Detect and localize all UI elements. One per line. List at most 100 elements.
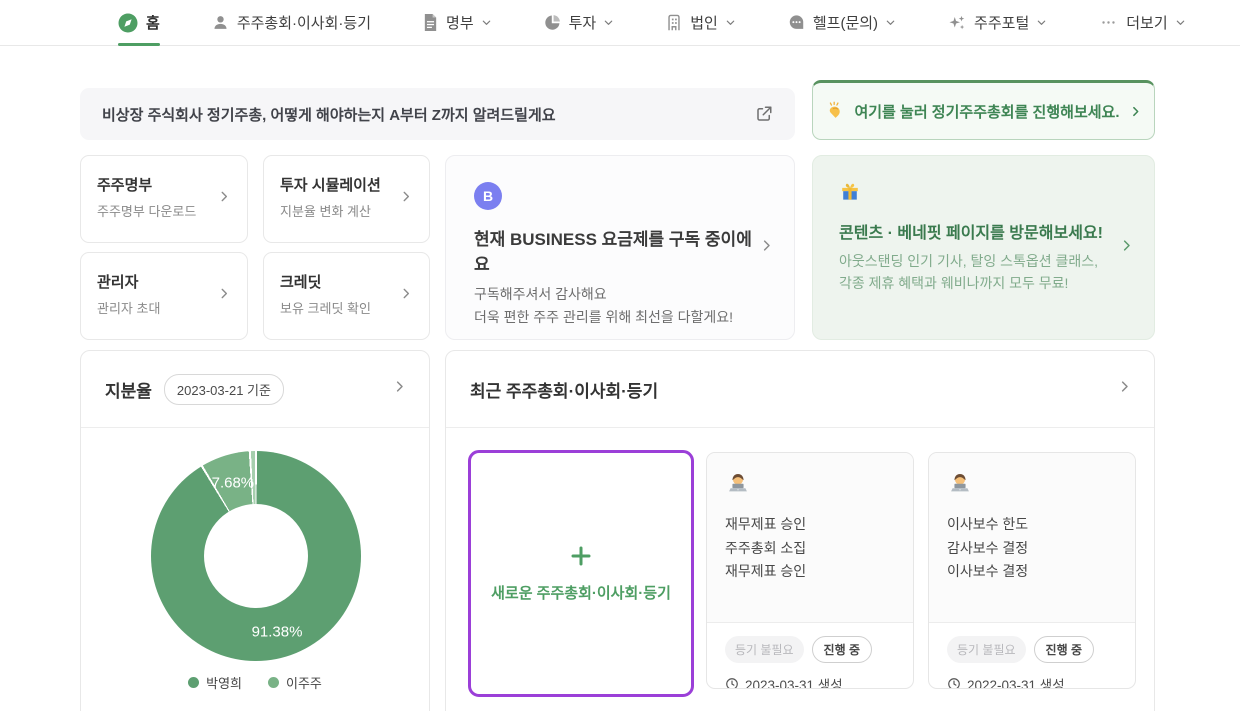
plus-icon — [569, 544, 593, 568]
legend-item: 박영희 — [188, 673, 242, 692]
nav-label: 투자 — [569, 12, 597, 33]
nav-item-more[interactable]: 더보기 — [1099, 0, 1185, 45]
chevron-down-icon — [1175, 17, 1186, 28]
chevron-down-icon — [725, 17, 736, 28]
nav-item-meetings[interactable]: 주주총회·이사회·등기 — [212, 0, 371, 45]
quick-card-credit[interactable]: 크레딧 보유 크레딧 확인 — [263, 252, 430, 340]
recent-meetings-header[interactable]: 최근 주주총회·이사회·등기 — [446, 351, 1154, 428]
plan-card-title: 현재 BUSINESS 요금제를 구독 중이에요 — [474, 225, 766, 275]
benefit-card-line: 각종 제휴 혜택과 웨비나까지 모두 무료! — [839, 272, 1128, 294]
nav-label: 법인 — [690, 12, 718, 33]
nav-label: 더보기 — [1126, 12, 1167, 33]
chevron-right-icon — [399, 287, 413, 306]
gift-emoji — [839, 180, 861, 202]
meeting-card[interactable]: 재무제표 승인 주주총회 소집 재무제표 승인 등기 불필요 진행 중 2023… — [706, 452, 914, 689]
technologist-emoji — [725, 470, 751, 496]
nav-item-home[interactable]: 홈 — [118, 0, 160, 45]
ownership-header[interactable]: 지분율 2023-03-21 기준 — [81, 351, 429, 428]
new-meeting-button[interactable]: 새로운 주주총회·이사회·등기 — [468, 450, 694, 697]
quick-card-subtitle: 주주명부 다운로드 — [97, 201, 231, 220]
meeting-agenda-line: 이사보수 결정 — [947, 560, 1117, 584]
nav-label: 명부 — [446, 12, 474, 33]
quick-card-subtitle: 지분율 변화 계산 — [280, 201, 413, 220]
plan-card-line: 구독해주셔서 감사해요 — [474, 283, 766, 306]
registry-badge: 등기 불필요 — [725, 636, 804, 663]
donut-legend: 박영희 이주주 — [81, 673, 429, 692]
chevron-right-icon — [1119, 238, 1134, 258]
quick-card-admin[interactable]: 관리자 관리자 초대 — [80, 252, 248, 340]
status-badge: 진행 중 — [1034, 636, 1094, 663]
legend-item: 이주주 — [268, 673, 322, 692]
quick-card-subtitle: 관리자 초대 — [97, 298, 231, 317]
benefit-card-title: 콘텐츠 · 베네핏 페이지를 방문해보세요! — [839, 219, 1128, 243]
quick-card-title: 투자 시뮬레이션 — [280, 174, 413, 195]
notice-banner[interactable]: 비상장 주식회사 정기주총, 어떻게 해야하는지 A부터 Z까지 알려드릴게요 — [80, 88, 795, 140]
clock-icon — [725, 677, 739, 689]
nav-item-registry[interactable]: 명부 — [423, 0, 492, 45]
clock-icon — [947, 677, 961, 689]
sparkles-icon — [948, 14, 966, 32]
subscription-plan-card[interactable]: B 현재 BUSINESS 요금제를 구독 중이에요 구독해주셔서 감사해요 더… — [445, 155, 795, 340]
technologist-emoji — [947, 470, 973, 496]
nav-label: 주주포털 — [974, 12, 1029, 33]
zuzu-logo-icon — [118, 13, 138, 33]
donut-hole — [204, 504, 308, 608]
recent-meetings-title: 최근 주주총회·이사회·등기 — [470, 377, 658, 402]
ellipsis-icon — [1099, 14, 1118, 31]
nav-item-shareholder-portal[interactable]: 주주포털 — [948, 0, 1047, 45]
document-icon — [423, 14, 438, 31]
chevron-right-icon — [392, 379, 407, 399]
nav-label: 홈 — [146, 12, 160, 33]
ownership-date-badge: 2023-03-21 기준 — [164, 374, 284, 405]
chat-bubble-icon — [788, 14, 805, 31]
pie-chart-icon — [544, 14, 561, 31]
chevron-down-icon — [885, 17, 896, 28]
quick-card-investment-simulation[interactable]: 투자 시뮬레이션 지분율 변화 계산 — [263, 155, 430, 243]
chevron-right-icon — [1129, 105, 1142, 118]
meeting-agenda-line: 감사보수 결정 — [947, 537, 1117, 561]
clapping-hands-emoji — [825, 101, 845, 121]
chevron-down-icon — [603, 17, 614, 28]
nav-item-help[interactable]: 헬프(문의) — [788, 0, 896, 45]
ownership-title: 지분율 — [105, 377, 152, 402]
donut-label-major: 91.38% — [252, 623, 303, 640]
chevron-right-icon — [759, 238, 774, 258]
quick-card-title: 크레딧 — [280, 271, 413, 292]
new-meeting-label: 새로운 주주총회·이사회·등기 — [491, 582, 671, 603]
meeting-card[interactable]: 이사보수 한도 감사보수 결정 이사보수 결정 등기 불필요 진행 중 2022… — [928, 452, 1136, 689]
chevron-right-icon — [399, 190, 413, 209]
plan-card-line: 더욱 편한 주주 관리를 위해 최선을 다할게요! — [474, 306, 766, 329]
chevron-right-icon — [217, 190, 231, 209]
meeting-agenda-line: 재무제표 승인 — [725, 560, 895, 584]
quick-card-title: 주주명부 — [97, 174, 231, 195]
content-benefit-card[interactable]: 콘텐츠 · 베네핏 페이지를 방문해보세요! 아웃스탠딩 인기 기사, 탈잉 스… — [812, 155, 1155, 340]
quick-card-subtitle: 보유 크레딧 확인 — [280, 298, 413, 317]
recent-meetings-card: 최근 주주총회·이사회·등기 새로운 주주총회·이사회·등기 재무제표 승인 주… — [445, 350, 1155, 711]
nav-item-investment[interactable]: 투자 — [544, 0, 615, 45]
chevron-right-icon — [217, 287, 231, 306]
meeting-agenda-line: 재무제표 승인 — [725, 513, 895, 537]
ownership-card: 지분율 2023-03-21 기준 91.38% 7.68% 박영희 이주주 — [80, 350, 430, 711]
quick-card-title: 관리자 — [97, 271, 231, 292]
ownership-donut-chart: 91.38% 7.68% — [151, 451, 361, 661]
nav-label: 헬프(문의) — [813, 12, 878, 33]
meeting-agenda-line: 이사보수 한도 — [947, 513, 1117, 537]
meeting-agenda-line: 주주총회 소집 — [725, 537, 895, 561]
benefit-card-line: 아웃스탠딩 인기 기사, 탈잉 스톡옵션 클래스, — [839, 250, 1128, 272]
person-icon — [212, 14, 229, 31]
created-date: 2022-03-31 생성 — [967, 674, 1065, 689]
building-icon — [666, 14, 682, 31]
status-badge: 진행 중 — [812, 636, 872, 663]
chevron-down-icon — [1036, 17, 1047, 28]
chevron-right-icon — [1117, 379, 1132, 399]
quick-card-shareholder-list[interactable]: 주주명부 주주명부 다운로드 — [80, 155, 248, 243]
home-page: 홈 주주총회·이사회·등기 명부 투자 — [0, 0, 1240, 711]
agm-cta-banner[interactable]: 여기를 눌러 정기주주총회를 진행해보세요. — [812, 80, 1155, 140]
nav-label: 주주총회·이사회·등기 — [237, 12, 371, 33]
chevron-down-icon — [481, 17, 492, 28]
plan-badge: B — [474, 182, 502, 210]
external-link-icon — [755, 105, 773, 123]
nav-item-corporation[interactable]: 법인 — [666, 0, 736, 45]
cta-banner-text: 여기를 눌러 정기주주총회를 진행해보세요. — [854, 101, 1119, 122]
donut-label-minor: 7.68% — [212, 474, 255, 491]
